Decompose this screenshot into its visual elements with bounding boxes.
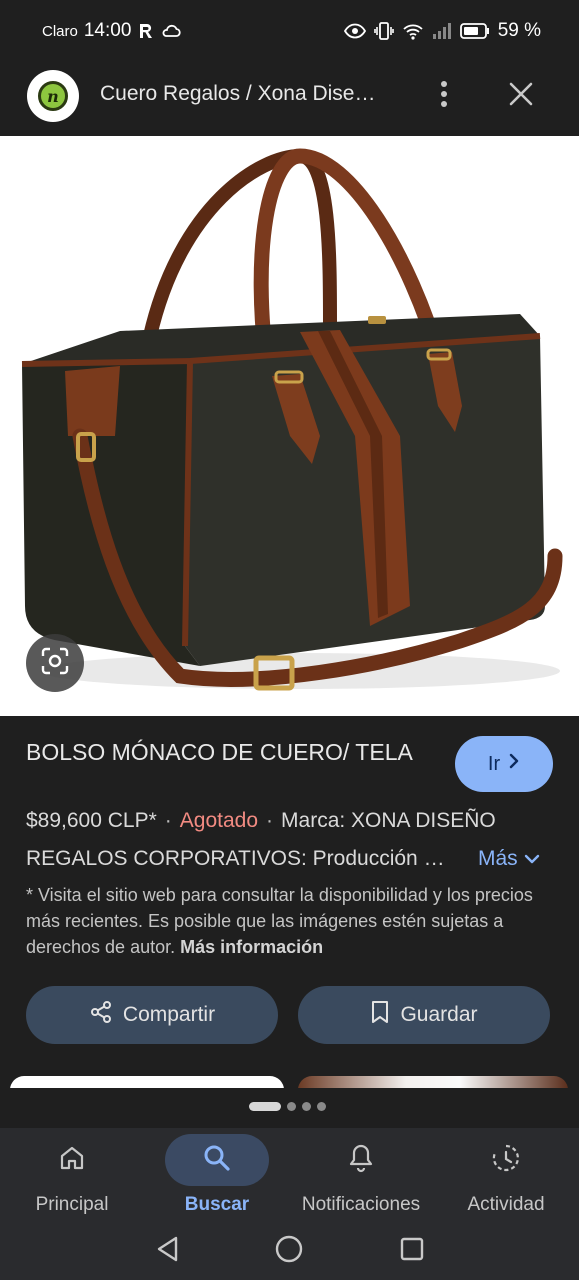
product-description: REGALOS CORPORATIVOS: Producción … bbox=[26, 847, 445, 870]
nav-item-search[interactable]: Buscar bbox=[145, 1128, 289, 1222]
share-button[interactable]: Compartir bbox=[26, 986, 278, 1044]
search-icon bbox=[202, 1143, 232, 1178]
page-indicator bbox=[249, 1102, 326, 1111]
r-app-icon bbox=[137, 22, 155, 40]
close-icon bbox=[508, 81, 534, 112]
nav-icon-container bbox=[165, 1134, 269, 1186]
page-dot bbox=[302, 1102, 311, 1111]
home-circle-icon bbox=[274, 1234, 304, 1269]
carrier-label: Claro bbox=[42, 22, 78, 40]
back-triangle-icon bbox=[154, 1235, 180, 1268]
duffel-bag-image bbox=[21, 148, 563, 691]
bottom-navigation: Principal Buscar Notificaciones Activida… bbox=[0, 1128, 579, 1222]
product-image[interactable] bbox=[0, 136, 579, 716]
viewer-header: n Cuero Regalos / Xona Dise… bbox=[0, 64, 579, 136]
lens-search-button[interactable] bbox=[26, 634, 84, 692]
system-navigation-bar bbox=[0, 1222, 579, 1280]
related-thumbnail[interactable] bbox=[298, 1076, 568, 1088]
save-button[interactable]: Guardar bbox=[298, 986, 550, 1044]
activity-icon bbox=[491, 1143, 521, 1178]
save-label: Guardar bbox=[400, 1003, 478, 1026]
share-icon bbox=[89, 1000, 113, 1030]
nav-label: Buscar bbox=[184, 1194, 250, 1215]
nav-icon-container bbox=[454, 1134, 558, 1186]
signal-icon bbox=[432, 22, 452, 40]
chevron-right-icon bbox=[508, 752, 520, 776]
chevron-down-icon bbox=[524, 844, 540, 874]
more-details-button[interactable]: Más bbox=[478, 844, 540, 874]
brand: Marca: XONA DISEÑO bbox=[281, 809, 496, 832]
page-dot-active bbox=[249, 1102, 281, 1111]
share-label: Compartir bbox=[122, 1003, 216, 1026]
wifi-icon bbox=[402, 22, 424, 40]
status-right: 59 % bbox=[343, 20, 541, 42]
page-dot bbox=[287, 1102, 296, 1111]
separator-dot: · bbox=[164, 809, 172, 832]
recents-square-icon bbox=[399, 1236, 425, 1267]
camera-search-icon bbox=[40, 646, 70, 681]
site-logo-mark: n bbox=[38, 81, 68, 111]
nav-item-home[interactable]: Principal bbox=[0, 1128, 144, 1222]
related-thumbnail[interactable] bbox=[10, 1076, 284, 1088]
system-back-button[interactable] bbox=[150, 1234, 184, 1268]
home-icon bbox=[58, 1144, 86, 1177]
visit-site-button[interactable]: Ir bbox=[455, 736, 553, 792]
close-button[interactable] bbox=[503, 78, 539, 114]
more-label: Más bbox=[478, 847, 518, 870]
site-logo[interactable]: n bbox=[27, 70, 79, 122]
nav-icon-container bbox=[309, 1134, 413, 1186]
price: $89,600 CLP* bbox=[26, 809, 157, 832]
status-left: Claro 14:00 bbox=[42, 20, 182, 42]
stock-status: Agotado bbox=[179, 809, 259, 832]
nav-label: Principal bbox=[35, 1194, 109, 1215]
nav-label: Actividad bbox=[467, 1194, 545, 1215]
nav-label: Notificaciones bbox=[301, 1194, 421, 1215]
cloud-icon bbox=[161, 23, 182, 39]
related-images-strip bbox=[0, 1070, 579, 1088]
battery-percentage: 59 % bbox=[497, 20, 541, 41]
product-title[interactable]: BOLSO MÓNACO DE CUERO/ TELA bbox=[26, 736, 426, 768]
vibrate-icon bbox=[373, 21, 394, 41]
status-bar: Claro 14:00 59 % bbox=[0, 0, 579, 64]
page-dot bbox=[317, 1102, 326, 1111]
visit-label: Ir bbox=[487, 752, 501, 775]
battery-icon bbox=[459, 22, 490, 40]
more-info-link[interactable]: Más información bbox=[180, 937, 323, 957]
more-vert-icon bbox=[440, 80, 448, 113]
nav-item-activity[interactable]: Actividad bbox=[434, 1128, 578, 1222]
eye-icon bbox=[343, 23, 366, 39]
bell-icon bbox=[347, 1143, 375, 1178]
site-title[interactable]: Cuero Regalos / Xona Dise… bbox=[100, 82, 400, 106]
nav-icon-container bbox=[20, 1134, 124, 1186]
system-recents-button[interactable] bbox=[395, 1234, 429, 1268]
price-row: $89,600 CLP* · Agotado · Marca: XONA DISEÑO bbox=[26, 806, 566, 836]
nav-item-notifications[interactable]: Notificaciones bbox=[289, 1128, 433, 1222]
more-options-button[interactable] bbox=[428, 78, 460, 114]
bookmark-icon bbox=[370, 1000, 390, 1030]
separator-dot-2: · bbox=[266, 809, 274, 832]
system-home-button[interactable] bbox=[272, 1234, 306, 1268]
disclaimer: * Visita el sitio web para consultar la … bbox=[26, 882, 556, 960]
clock: 14:00 bbox=[83, 20, 132, 41]
